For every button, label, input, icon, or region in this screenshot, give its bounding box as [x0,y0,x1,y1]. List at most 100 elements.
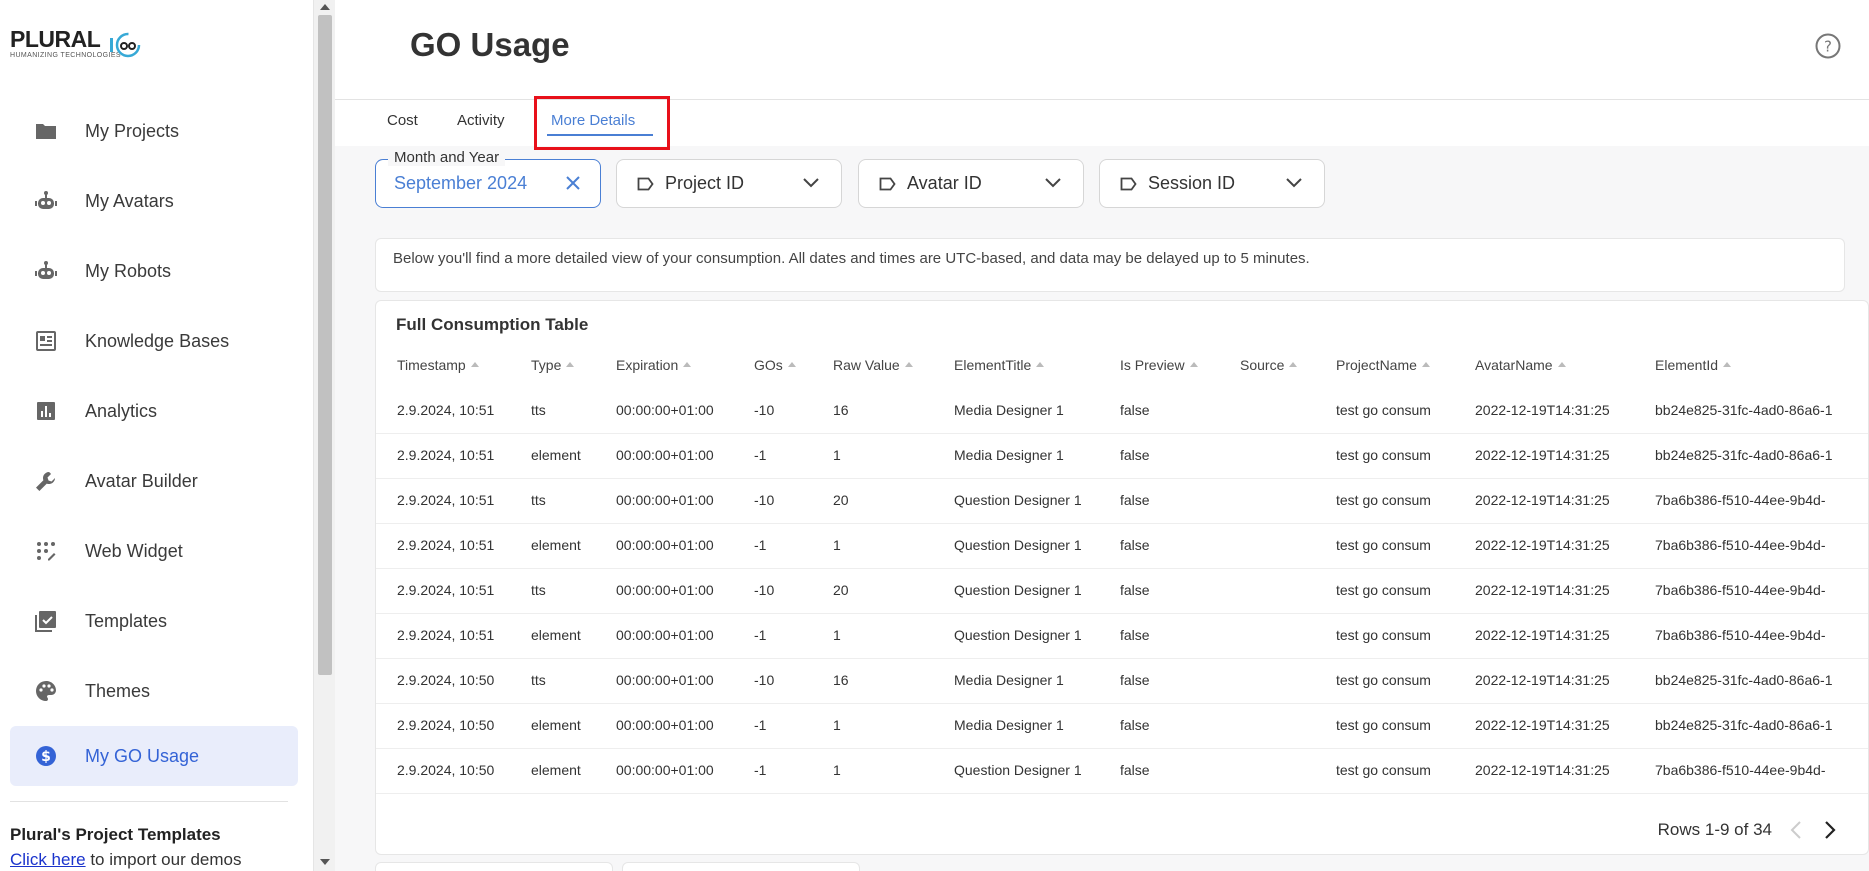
sidebar-divider [10,801,288,802]
svg-text:$: $ [41,749,51,765]
column-header-type[interactable]: Type [531,357,575,373]
sort-arrow-icon [566,361,575,367]
table-row[interactable]: 2.9.2024, 10:50 element 00:00:00+01:00 -1 1 Q… [376,749,1868,794]
cell-timestamp: 2.9.2024, 10:51 [397,402,495,418]
month-year-picker[interactable]: Month and Year September 2024 [375,149,601,208]
cell-project-name: test go consum [1336,492,1431,508]
table-row[interactable]: 2.9.2024, 10:51 element 00:00:00+01:00 -1 1 M… [376,434,1868,479]
sidebar-item-themes[interactable]: Themes [10,656,298,726]
column-header-expiration[interactable]: Expiration [616,357,692,373]
consumption-table-card: Full Consumption Table Timestamp Type Ex… [375,300,1869,855]
robot-icon [34,259,58,283]
sort-arrow-icon [1421,361,1430,367]
sort-arrow-icon [787,361,796,367]
cell-gos: -1 [754,717,767,733]
month-year-legend: Month and Year [388,149,506,166]
column-header-element-id[interactable]: ElementId [1655,357,1732,373]
scroll-up-arrow-icon[interactable] [320,4,330,10]
wrench-icon [34,469,58,493]
cell-element-title: Media Designer 1 [954,717,1064,733]
column-header-element-title[interactable]: ElementTitle [954,357,1045,373]
promo-title: Plural's Project Templates [10,825,221,844]
sidebar-item-my-projects[interactable]: My Projects [10,96,298,166]
cell-is-preview: false [1120,492,1150,508]
sidebar-item-label: Avatar Builder [85,470,198,491]
chevron-down-icon [803,178,819,188]
table-row[interactable]: 2.9.2024, 10:51 element 00:00:00+01:00 -1 1 Q… [376,524,1868,569]
column-header-source[interactable]: Source [1240,357,1298,373]
cell-element-id: bb24e825-31fc-4ad0-86a6-1 [1655,717,1833,733]
column-header-timestamp[interactable]: Timestamp [397,357,479,373]
table-row[interactable]: 2.9.2024, 10:51 tts 00:00:00+01:00 -10 20 Que… [376,569,1868,614]
table-row[interactable]: 2.9.2024, 10:50 tts 00:00:00+01:00 -10 16 Med… [376,659,1868,704]
next-page-button[interactable] [1820,820,1840,840]
sidebar-item-my-robots[interactable]: My Robots [10,236,298,306]
sidebar-item-label: Analytics [85,400,158,421]
cell-element-id: bb24e825-31fc-4ad0-86a6-1 [1655,672,1833,688]
scrollbar-thumb[interactable] [318,15,332,675]
help-icon[interactable]: ? [1815,33,1841,59]
table-row[interactable]: 2.9.2024, 10:51 tts 00:00:00+01:00 -10 16 Med… [376,389,1868,434]
cell-expiration: 00:00:00+01:00 [616,537,714,553]
cell-element-id: 7ba6b386-f510-44ee-9b4d- [1655,627,1826,643]
pagination: Rows 1-9 of 34 [1658,818,1840,842]
column-header-project-name[interactable]: ProjectName [1336,357,1430,373]
page-header: GO Usage ? [335,0,1869,100]
column-header-avatar-name[interactable]: AvatarName [1475,357,1566,373]
column-header-gos[interactable]: GOs [754,357,796,373]
table-row[interactable]: 2.9.2024, 10:50 element 00:00:00+01:00 -1 1 M… [376,704,1868,749]
sidebar-item-my-avatars[interactable]: My Avatars [10,166,298,236]
sidebar-item-templates[interactable]: Templates [10,586,298,656]
sidebar-item-avatar-builder[interactable]: Avatar Builder [10,446,298,516]
cell-timestamp: 2.9.2024, 10:51 [397,492,495,508]
info-text: Below you'll find a more detailed view o… [393,250,1310,267]
column-header-raw-value[interactable]: Raw Value [833,357,913,373]
cell-element-title: Media Designer 1 [954,447,1064,463]
sort-arrow-icon [683,361,692,367]
cell-is-preview: false [1120,627,1150,643]
cell-type: tts [531,672,546,688]
prev-page-button[interactable] [1786,820,1806,840]
folder-icon [34,119,58,143]
tab-cost[interactable]: Cost [387,112,418,129]
cell-timestamp: 2.9.2024, 10:50 [397,762,495,778]
cell-raw-value: 16 [833,402,849,418]
cell-element-title: Question Designer 1 [954,492,1082,508]
sidebar-item-label: Templates [85,610,168,631]
tab-activity[interactable]: Activity [457,112,505,129]
cell-timestamp: 2.9.2024, 10:51 [397,447,495,463]
clear-icon[interactable] [564,174,582,192]
analytics-icon [34,399,58,423]
sidebar-item-my-go-usage[interactable]: $ My GO Usage [10,726,298,786]
table-row[interactable]: 2.9.2024, 10:51 element 00:00:00+01:00 -1 1 Q… [376,614,1868,659]
cell-gos: -1 [754,447,767,463]
scroll-down-arrow-icon[interactable] [320,859,330,865]
sidebar-item-analytics[interactable]: Analytics [10,376,298,446]
cell-type: element [531,537,581,553]
cell-type: tts [531,492,546,508]
cell-element-title: Question Designer 1 [954,762,1082,778]
sidebar-item-label: Themes [85,680,151,701]
cell-timestamp: 2.9.2024, 10:51 [397,537,495,553]
sort-arrow-icon [904,361,913,367]
sidebar-item-web-widget[interactable]: Web Widget [10,516,298,586]
sidebar-scrollbar[interactable] [313,0,335,871]
cell-project-name: test go consum [1336,537,1431,553]
avatar-id-filter[interactable]: Avatar ID [858,159,1084,208]
brand-tagline: HUMANIZING TECHNOLOGIES [10,52,121,59]
cell-type: tts [531,402,546,418]
cell-project-name: test go consum [1336,717,1431,733]
import-demos-link[interactable]: Click here [10,850,86,869]
sidebar-item-knowledge-bases[interactable]: Knowledge Bases [10,306,298,376]
cell-timestamp: 2.9.2024, 10:51 [397,627,495,643]
cell-element-id: 7ba6b386-f510-44ee-9b4d- [1655,492,1826,508]
brand-logo[interactable]: PLURAL HUMANIZING TECHNOLOGIES [10,22,160,66]
cell-raw-value: 20 [833,582,849,598]
session-id-filter[interactable]: Session ID [1099,159,1325,208]
cell-raw-value: 1 [833,717,841,733]
column-header-is-preview[interactable]: Is Preview [1120,357,1198,373]
chevron-down-icon [1286,178,1302,188]
table-row[interactable]: 2.9.2024, 10:51 tts 00:00:00+01:00 -10 20 Que… [376,479,1868,524]
label-tag-icon [1120,177,1137,191]
project-id-filter[interactable]: Project ID [616,159,842,208]
